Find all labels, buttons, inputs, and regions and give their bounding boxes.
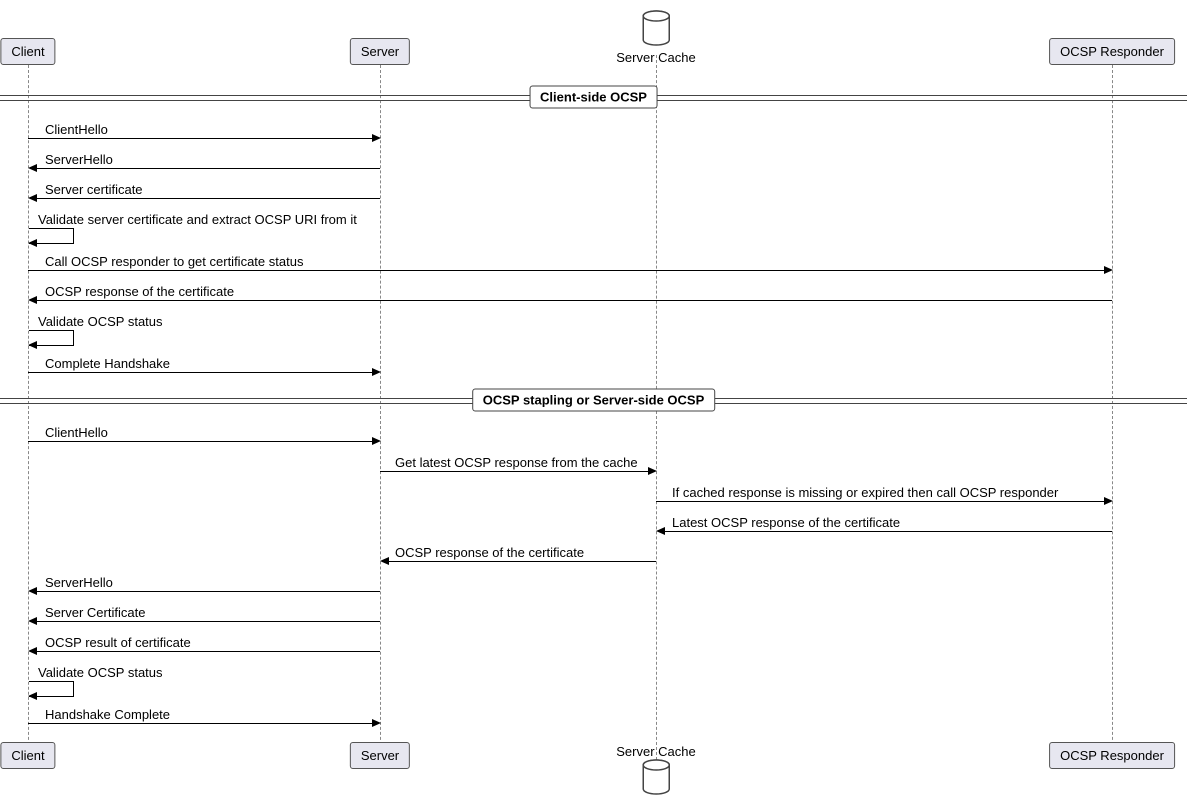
arrow-head-m11 [1104,497,1113,505]
divider-label-2: OCSP stapling or Server-side OCSP [472,389,716,412]
arrow-m14 [36,591,380,592]
msg-serverhello-1: ServerHello [45,152,113,167]
msg-call-ocsp: Call OCSP responder to get certificate s… [45,254,303,269]
msg-validate-extract: Validate server certificate and extract … [38,212,357,227]
arrow-m5 [28,270,1104,271]
arrow-m10 [380,471,648,472]
msg-server-cert-1: Server certificate [45,182,143,197]
msg-get-cache: Get latest OCSP response from the cache [395,455,638,470]
lifeline-ocsp [1112,55,1113,765]
sequence-diagram: Client Server Server Cache OCSP Responde… [0,0,1187,805]
arrow-head-m16 [28,647,37,655]
lifeline-client [28,55,29,765]
actor-ocsp-top: OCSP Responder [1049,38,1175,65]
arrow-head-m7 [28,341,37,349]
msg-clienthello-1: ClientHello [45,122,108,137]
actor-ocsp-bottom: OCSP Responder [1049,742,1175,769]
msg-validate-ocsp-1: Validate OCSP status [38,314,163,329]
arrow-m8 [28,372,372,373]
arrow-head-m14 [28,587,37,595]
arrow-head-m4 [28,239,37,247]
actor-cache-label-bottom: Server Cache [616,744,695,759]
arrow-head-m3 [28,194,37,202]
actor-server-bottom: Server [350,742,410,769]
actor-cache-top: Server Cache [616,10,695,65]
msg-server-cert-2: Server Certificate [45,605,145,620]
msg-complete-handshake: Complete Handshake [45,356,170,371]
actor-cache-bottom: Server Cache [616,742,695,797]
arrow-head-m8 [372,368,381,376]
actor-cache-label-top: Server Cache [616,50,695,65]
arrow-m13 [388,561,656,562]
arrow-m12 [664,531,1112,532]
divider-label-1: Client-side OCSP [529,86,658,109]
arrow-head-m13 [380,557,389,565]
arrow-head-m2 [28,164,37,172]
msg-if-expired-call-ocsp: If cached response is missing or expired… [672,485,1058,500]
msg-latest-ocsp-response: Latest OCSP response of the certificate [672,515,900,530]
lifeline-server [380,55,381,765]
msg-ocsp-response-2: OCSP response of the certificate [395,545,584,560]
arrow-head-m1 [372,134,381,142]
msg-validate-ocsp-2: Validate OCSP status [38,665,163,680]
arrow-head-m10 [648,467,657,475]
arrow-head-m12 [656,527,665,535]
arrow-m18 [28,723,372,724]
arrow-head-m5 [1104,266,1113,274]
arrow-m2 [36,168,380,169]
arrow-head-m17 [28,692,37,700]
msg-handshake-complete: Handshake Complete [45,707,170,722]
msg-ocsp-result: OCSP result of certificate [45,635,191,650]
actor-client-bottom: Client [0,742,55,769]
arrow-head-m18 [372,719,381,727]
actor-client-top: Client [0,38,55,65]
msg-serverhello-2: ServerHello [45,575,113,590]
arrow-m1 [28,138,372,139]
arrow-head-m15 [28,617,37,625]
msg-clienthello-2: ClientHello [45,425,108,440]
arrow-m15 [36,621,380,622]
actor-server-top: Server [350,38,410,65]
arrow-m16 [36,651,380,652]
arrow-m3 [36,198,380,199]
arrow-head-m9 [372,437,381,445]
arrow-m9 [28,441,372,442]
arrow-head-m6 [28,296,37,304]
arrow-m6 [36,300,1112,301]
msg-ocsp-response-1: OCSP response of the certificate [45,284,234,299]
arrow-m11 [656,501,1104,502]
